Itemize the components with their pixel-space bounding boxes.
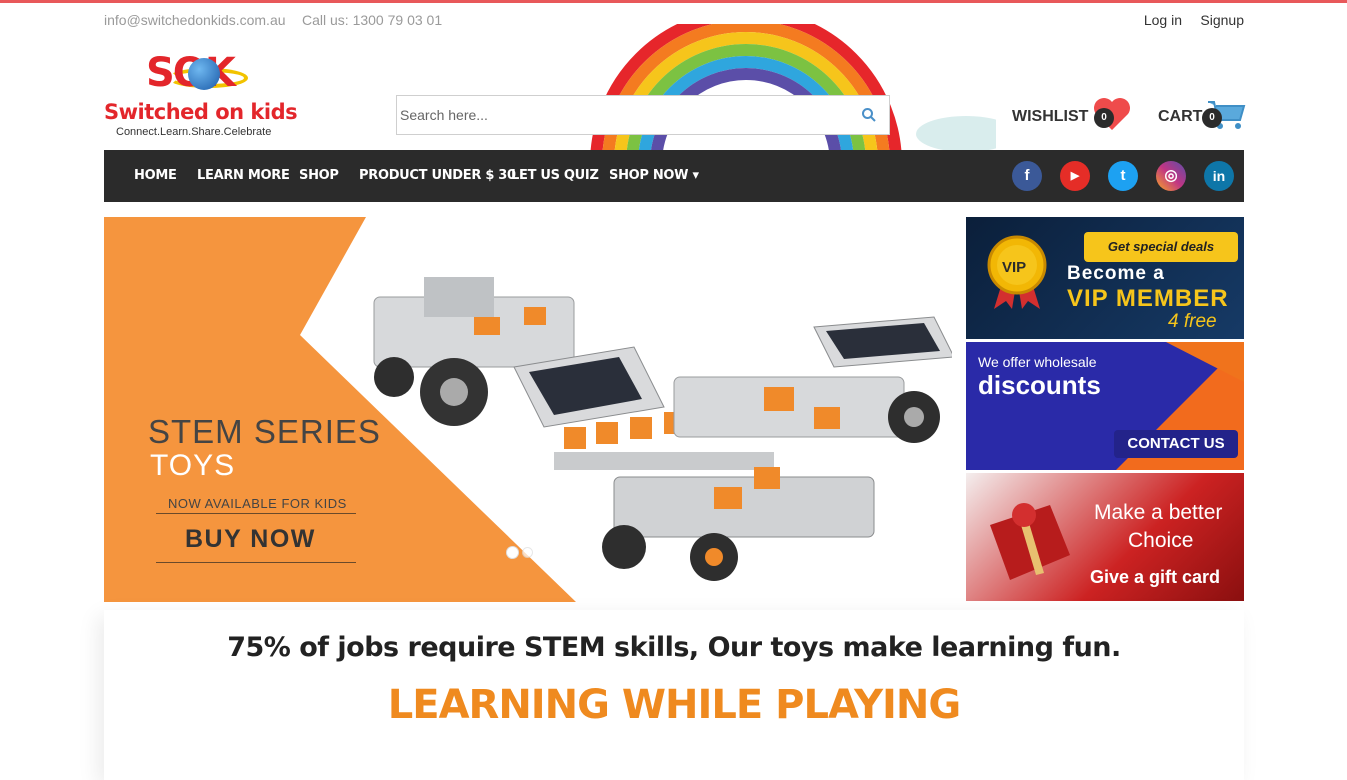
wholesale-line2: discounts bbox=[978, 370, 1101, 400]
gift-box-icon bbox=[990, 503, 1070, 580]
cart-count: 0 bbox=[1202, 108, 1222, 128]
youtube-icon[interactable]: ▶ bbox=[1060, 161, 1090, 191]
hero-title-line2: TOYS bbox=[150, 449, 236, 482]
special-deals-badge: Get special deals bbox=[1084, 232, 1238, 262]
hero-divider-top bbox=[156, 513, 356, 514]
gift-line1: Make a better bbox=[1094, 501, 1223, 524]
vip-line1: Become a bbox=[1067, 263, 1165, 284]
logo-name: Switched on kids bbox=[104, 100, 298, 124]
hero-slider[interactable]: STEM SERIES TOYS NOW AVAILABLE FOR KIDS … bbox=[104, 217, 952, 602]
linkedin-icon[interactable]: in bbox=[1204, 161, 1234, 191]
search-input[interactable] bbox=[400, 105, 840, 125]
vip-member-banner[interactable]: VIP Get special deals Become a VIP MEMBE… bbox=[966, 217, 1244, 339]
contact-email[interactable]: info@switchedonkids.com.au bbox=[104, 12, 286, 28]
nav-let-us-quiz[interactable]: LET US QUIZ bbox=[511, 168, 599, 183]
main-nav: HOME LEARN MORE SHOP PRODUCT UNDER $ 30 … bbox=[104, 150, 1244, 202]
instagram-icon[interactable]: ◎ bbox=[1156, 161, 1186, 191]
contact-phone: Call us: 1300 79 03 01 bbox=[302, 12, 443, 28]
search-box bbox=[396, 95, 890, 135]
hero-divider-bottom bbox=[156, 562, 356, 563]
vip-line3: 4 free bbox=[1168, 311, 1217, 332]
contact-us-button[interactable]: CONTACT US bbox=[1114, 430, 1238, 458]
gift-line3: Give a gift card bbox=[1090, 567, 1221, 587]
stem-robot-toys-image bbox=[373, 277, 952, 581]
vip-line2: VIP MEMBER bbox=[1067, 285, 1229, 312]
globe-icon bbox=[188, 58, 220, 90]
gift-card-banner[interactable]: Make a better Choice Give a gift card bbox=[966, 473, 1244, 601]
buy-now-button[interactable]: BUY NOW bbox=[185, 525, 316, 554]
page-container: info@switchedonkids.com.au Call us: 1300… bbox=[104, 0, 1246, 780]
twitter-icon[interactable]: t bbox=[1108, 161, 1138, 191]
vip-medal-text: VIP bbox=[1002, 259, 1027, 276]
cart-label: CART bbox=[1158, 108, 1203, 125]
slider-dot-active[interactable] bbox=[507, 547, 518, 558]
signup-link[interactable]: Signup bbox=[1200, 12, 1244, 28]
gift-line2: Choice bbox=[1128, 529, 1194, 552]
slider-dot[interactable] bbox=[522, 547, 533, 558]
wishlist-count: 0 bbox=[1094, 108, 1114, 128]
site-logo[interactable]: SOK Switched on kids Connect.Learn.Share… bbox=[104, 50, 298, 142]
nav-product-under-30[interactable]: PRODUCT UNDER $ 30 bbox=[359, 168, 516, 183]
wishlist-label: WISHLIST bbox=[1012, 108, 1089, 125]
hero-title-line1: STEM SERIES bbox=[148, 413, 381, 450]
facebook-icon[interactable]: f bbox=[1012, 161, 1042, 191]
nav-learn-more[interactable]: LEARN MORE bbox=[197, 168, 290, 183]
wholesale-line1: We offer wholesale bbox=[978, 354, 1097, 370]
nav-shop[interactable]: SHOP bbox=[299, 168, 339, 183]
nav-shop-now-dropdown[interactable]: SHOP NOW ▾ bbox=[609, 168, 699, 183]
stem-statement: 75% of jobs require STEM skills, Our toy… bbox=[227, 632, 1121, 663]
search-icon[interactable] bbox=[861, 107, 877, 123]
login-link[interactable]: Log in bbox=[1144, 12, 1182, 28]
nav-home[interactable]: HOME bbox=[134, 168, 177, 183]
wholesale-banner[interactable]: We offer wholesale discounts CONTACT US bbox=[966, 342, 1244, 470]
hero-subtitle: NOW AVAILABLE FOR KIDS bbox=[168, 496, 347, 511]
logo-tagline: Connect.Learn.Share.Celebrate bbox=[116, 126, 272, 138]
learning-while-playing-heading: LEARNING WHILE PLAYING bbox=[387, 682, 961, 728]
